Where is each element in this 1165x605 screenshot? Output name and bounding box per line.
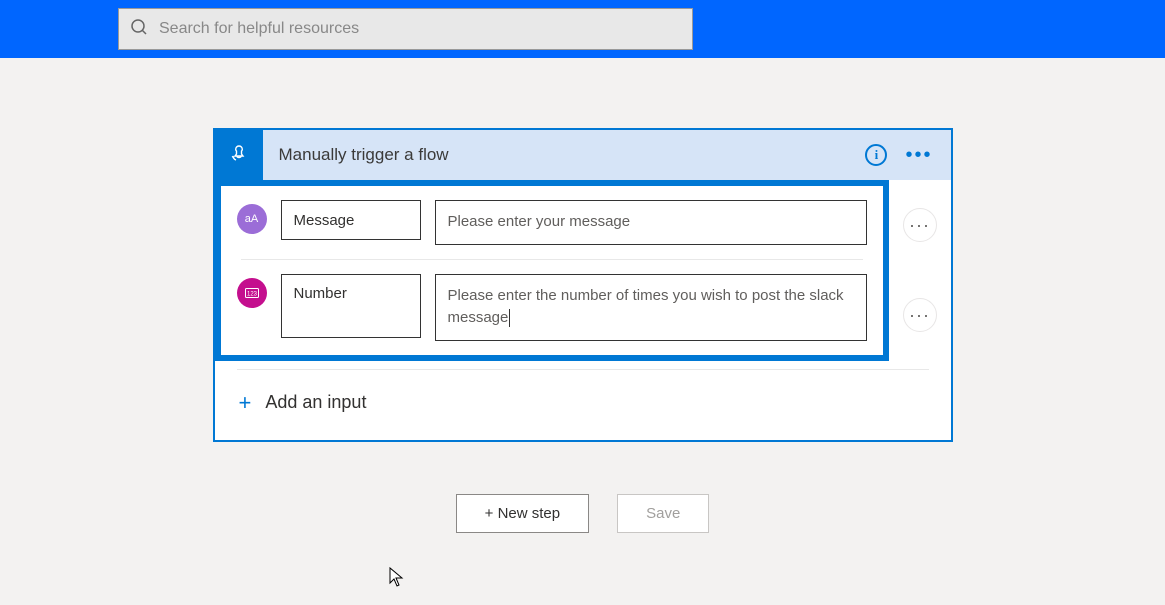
input-description-value: Please enter the number of times you wis… xyxy=(448,287,844,327)
footer-actions: + New step Save xyxy=(0,494,1165,533)
new-step-button[interactable]: + New step xyxy=(456,494,589,533)
input-name-field[interactable]: Number xyxy=(281,274,421,338)
top-bar xyxy=(0,0,1165,58)
text-type-icon: aA xyxy=(237,204,267,234)
input-row: 123 Number Please enter the number of ti… xyxy=(221,260,883,355)
trigger-inputs-section: aA Message Please enter your message xyxy=(215,180,951,361)
input-row: aA Message Please enter your message xyxy=(221,186,883,259)
svg-text:123: 123 xyxy=(246,291,257,297)
plus-icon: + xyxy=(239,390,252,416)
row-actions-col: ··· ··· xyxy=(889,180,951,361)
trigger-card: Manually trigger a flow i ••• aA Message xyxy=(213,128,953,442)
add-input-label: Add an input xyxy=(265,392,366,413)
input-description-field[interactable]: Please enter your message xyxy=(435,200,867,245)
inputs-highlight-frame: aA Message Please enter your message xyxy=(215,180,889,361)
trigger-title: Manually trigger a flow xyxy=(263,145,866,165)
flow-canvas: Manually trigger a flow i ••• aA Message xyxy=(0,58,1165,442)
row-more-button[interactable]: ··· xyxy=(903,208,937,242)
input-name-field[interactable]: Message xyxy=(281,200,421,240)
search-icon xyxy=(129,17,149,42)
input-description-value: Please enter your message xyxy=(448,213,631,230)
trigger-card-header[interactable]: Manually trigger a flow i ••• xyxy=(215,130,951,180)
add-input-button[interactable]: + Add an input xyxy=(215,370,951,440)
mouse-cursor-icon xyxy=(388,566,406,593)
input-name-value: Message xyxy=(294,212,355,229)
number-type-icon: 123 xyxy=(237,278,267,308)
info-icon[interactable]: i xyxy=(865,144,887,166)
more-icon[interactable]: ••• xyxy=(905,145,932,165)
search-input[interactable] xyxy=(159,20,682,38)
search-box[interactable] xyxy=(118,8,693,50)
text-cursor xyxy=(509,309,510,327)
new-step-label: + New step xyxy=(485,505,560,522)
save-label: Save xyxy=(646,505,680,522)
text-type-label: aA xyxy=(245,213,258,225)
save-button[interactable]: Save xyxy=(617,494,709,533)
trigger-connector-icon xyxy=(215,130,263,180)
row-more-button[interactable]: ··· xyxy=(903,298,937,332)
trigger-header-actions: i ••• xyxy=(865,144,950,166)
input-description-field[interactable]: Please enter the number of times you wis… xyxy=(435,274,867,341)
input-name-value: Number xyxy=(294,285,347,302)
